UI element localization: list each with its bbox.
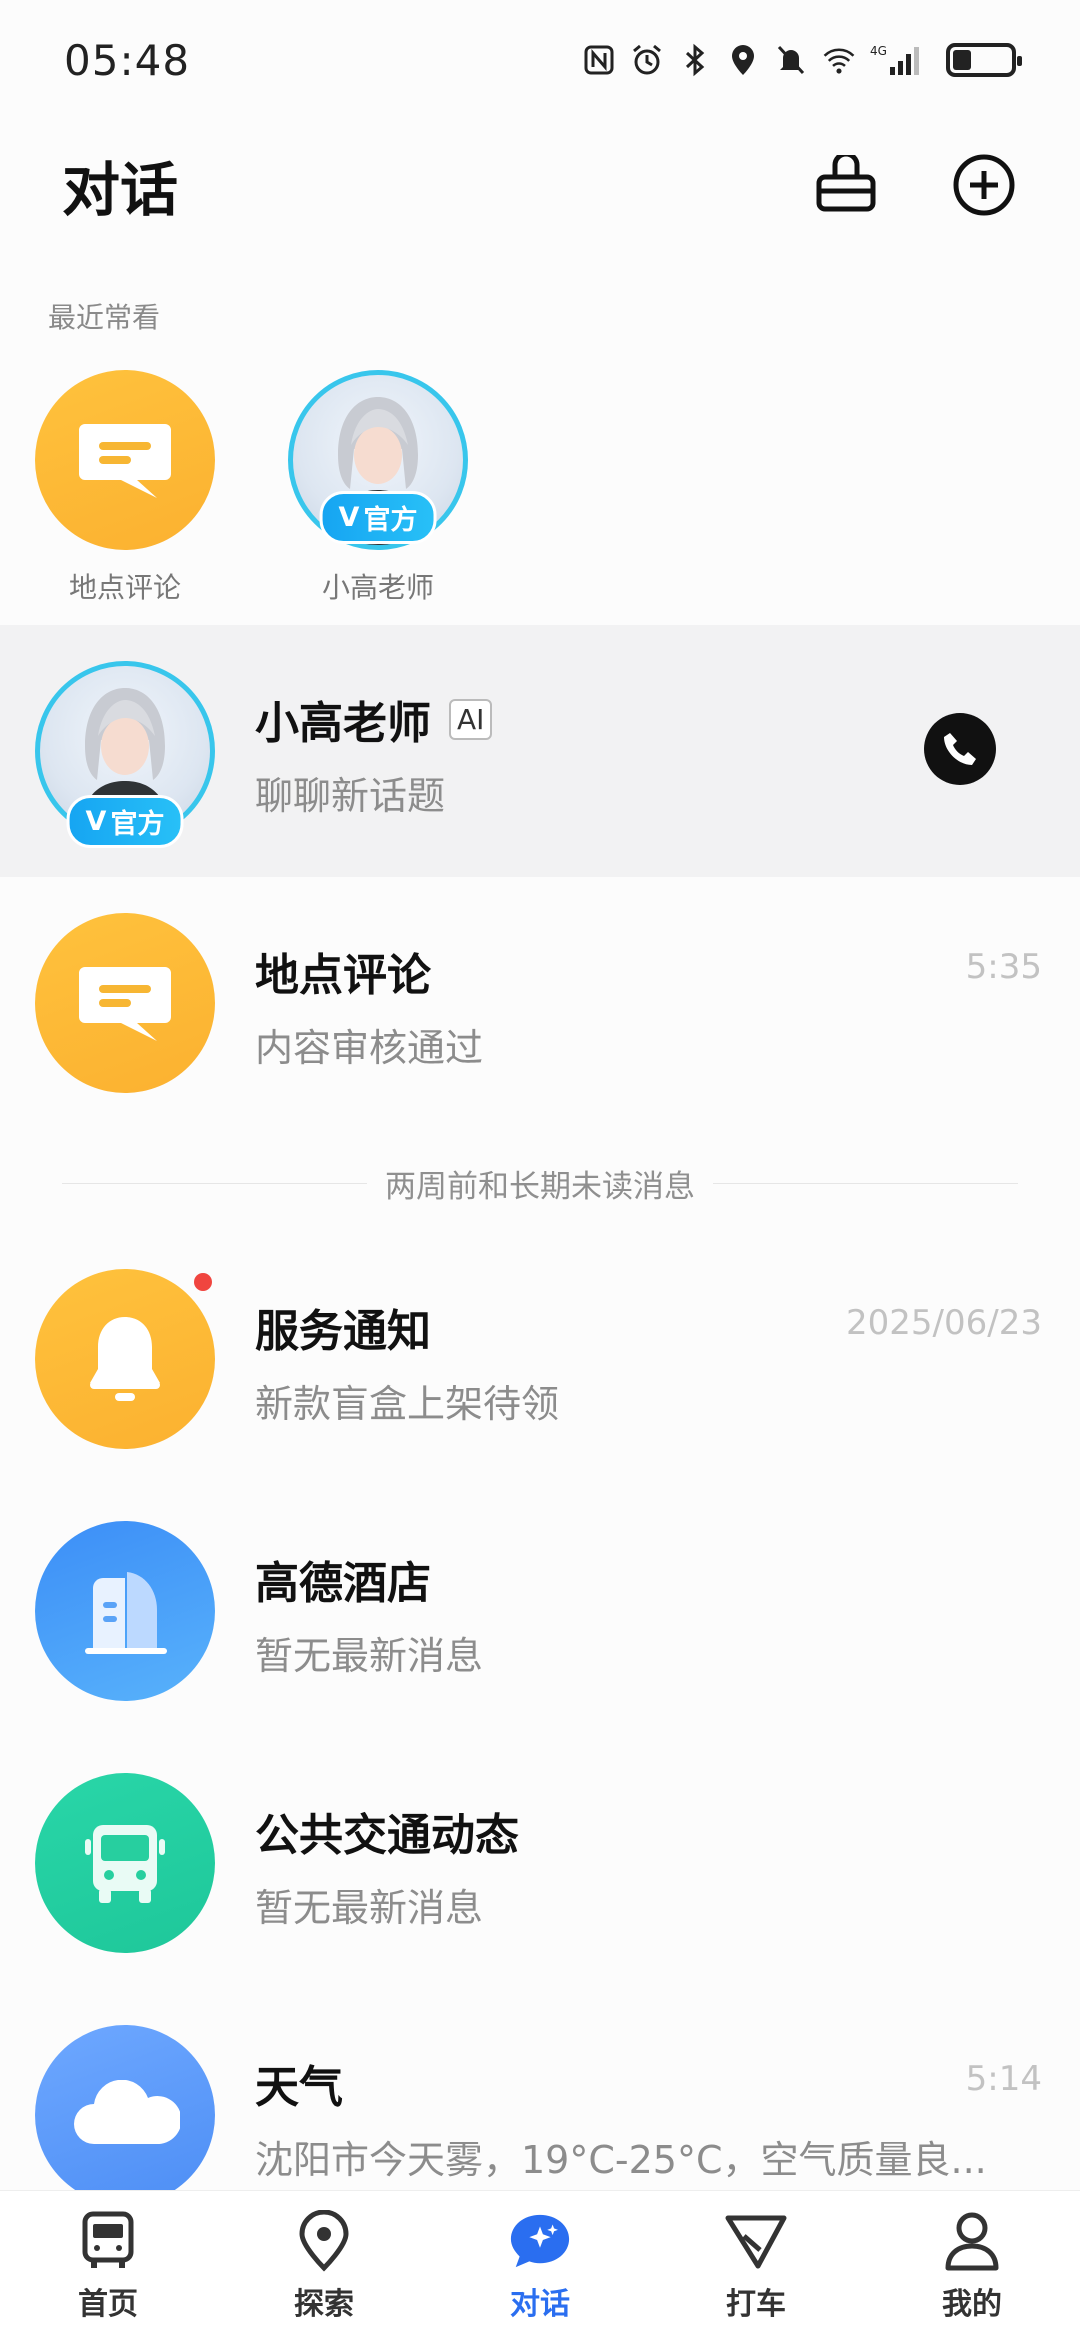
conversation-item-teacher[interactable]: V 官方 小高老师 AI 聊聊新话题 <box>0 625 1080 877</box>
conversation-subtitle: 聊聊新话题 <box>255 774 446 818</box>
avatar <box>35 2025 215 2205</box>
svg-text:4G: 4G <box>870 44 887 58</box>
taxi-icon <box>724 2209 788 2273</box>
mute-bell-icon <box>774 43 808 77</box>
comment-icon <box>79 424 171 498</box>
nav-label: 我的 <box>942 2286 1002 2322</box>
divider-line-left <box>62 1182 367 1184</box>
location-icon <box>726 43 760 77</box>
comment-icon <box>79 967 171 1041</box>
hotel-building-icon <box>85 1572 167 1654</box>
conversation-title: 高德酒店 <box>255 1558 431 1609</box>
header-actions <box>812 151 1018 219</box>
nav-label: 首页 <box>78 2286 138 2322</box>
nav-item-chat[interactable]: 对话 <box>450 2209 630 2323</box>
nav-item-taxi[interactable]: 打车 <box>666 2209 846 2323</box>
recent-label: 最近常看 <box>48 301 161 334</box>
conversation-subtitle: 内容审核通过 <box>255 1026 484 1070</box>
conversation-item-transit[interactable]: 公共交通动态 暂无最新消息 <box>0 1737 1080 1989</box>
conversation-title: 服务通知 <box>255 1306 431 1357</box>
conversation-subtitle: 暂无最新消息 <box>255 1886 484 1930</box>
v-icon: V <box>338 502 360 533</box>
recent-item-label: 地点评论 <box>68 571 181 604</box>
conversation-item-place-comment[interactable]: 地点评论 内容审核通过 5:35 <box>0 877 1080 1129</box>
conversation-title: 公共交通动态 <box>255 1810 519 1861</box>
broom-icon <box>816 155 876 212</box>
conversation-time: 5:14 <box>965 2059 1042 2099</box>
battery-icon <box>946 43 1022 77</box>
nav-label: 探索 <box>294 2286 354 2322</box>
recent-item-teacher[interactable]: V 官方 小高老师 <box>278 370 478 606</box>
cloud-icon <box>74 2080 180 2145</box>
conversation-item-service-notice[interactable]: 服务通知 新款盲盒上架待领 2025/06/23 <box>0 1233 1080 1485</box>
conversation-item-hotel[interactable]: 高德酒店 暂无最新消息 <box>0 1485 1080 1737</box>
avatar <box>35 913 215 1093</box>
conversation-time: 5:35 <box>965 947 1042 987</box>
bell-icon <box>90 1317 160 1401</box>
conversation-title: 天气 <box>255 2062 343 2113</box>
recent-item-place-comment[interactable]: 地点评论 <box>25 370 225 606</box>
avatar <box>35 1269 215 1449</box>
location-pin-icon <box>292 2209 356 2273</box>
conversation-subtitle: 新款盲盒上架待领 <box>255 1382 560 1426</box>
clear-broom-button[interactable] <box>812 151 880 219</box>
conversation-subtitle: 沈阳市今天雾，19°C-25°C，空气质量良... <box>255 2138 987 2182</box>
alarm-icon <box>630 43 664 77</box>
status-bar: 05:48 4G <box>0 0 1080 120</box>
bottom-nav: 首页 探索 对话 打车 我的 <box>0 2190 1080 2340</box>
wifi-icon <box>822 43 856 77</box>
plus-circle-icon <box>953 154 1015 216</box>
call-button[interactable] <box>924 713 996 785</box>
chat-sparkle-icon <box>508 2209 572 2273</box>
conversation-subtitle: 暂无最新消息 <box>255 1634 484 1678</box>
divider-line-right <box>713 1182 1018 1184</box>
nav-item-explore[interactable]: 探索 <box>234 2209 414 2323</box>
divider-text: 两周前和长期未读消息 <box>385 1168 695 1205</box>
v-icon: V <box>85 806 107 837</box>
nav-item-mine[interactable]: 我的 <box>882 2209 1062 2323</box>
official-badge: V 官方 <box>319 491 437 544</box>
bluetooth-icon <box>678 43 712 77</box>
phone-icon <box>944 733 976 765</box>
nfc-icon <box>582 43 616 77</box>
conversation-title: 地点评论 <box>255 950 431 1001</box>
page-title: 对话 <box>62 156 179 224</box>
nav-label: 打车 <box>726 2286 786 2322</box>
person-icon <box>940 2209 1004 2273</box>
conversation-time: 2025/06/23 <box>846 1303 1042 1343</box>
bus-icon <box>85 1825 165 1903</box>
nav-label: 对话 <box>510 2286 570 2322</box>
bus-home-icon <box>76 2209 140 2273</box>
unread-divider: 两周前和长期未读消息 <box>62 1169 1018 1205</box>
avatar <box>35 370 215 550</box>
status-time: 05:48 <box>64 35 191 85</box>
recent-row: 地点评论 V 官方 小高老师 <box>0 370 1080 615</box>
ai-tag: AI <box>449 698 493 740</box>
avatar <box>35 1773 215 1953</box>
add-button[interactable] <box>950 151 1018 219</box>
avatar <box>35 1521 215 1701</box>
signal-icon: 4G <box>870 43 926 77</box>
official-badge: V 官方 <box>66 795 184 848</box>
nav-item-home[interactable]: 首页 <box>18 2209 198 2323</box>
unread-dot <box>194 1273 212 1291</box>
header: 对话 <box>0 120 1080 250</box>
conversation-title: 小高老师 AI <box>255 687 493 751</box>
recent-item-label: 小高老师 <box>321 571 434 604</box>
status-icons: 4G <box>582 43 1022 77</box>
